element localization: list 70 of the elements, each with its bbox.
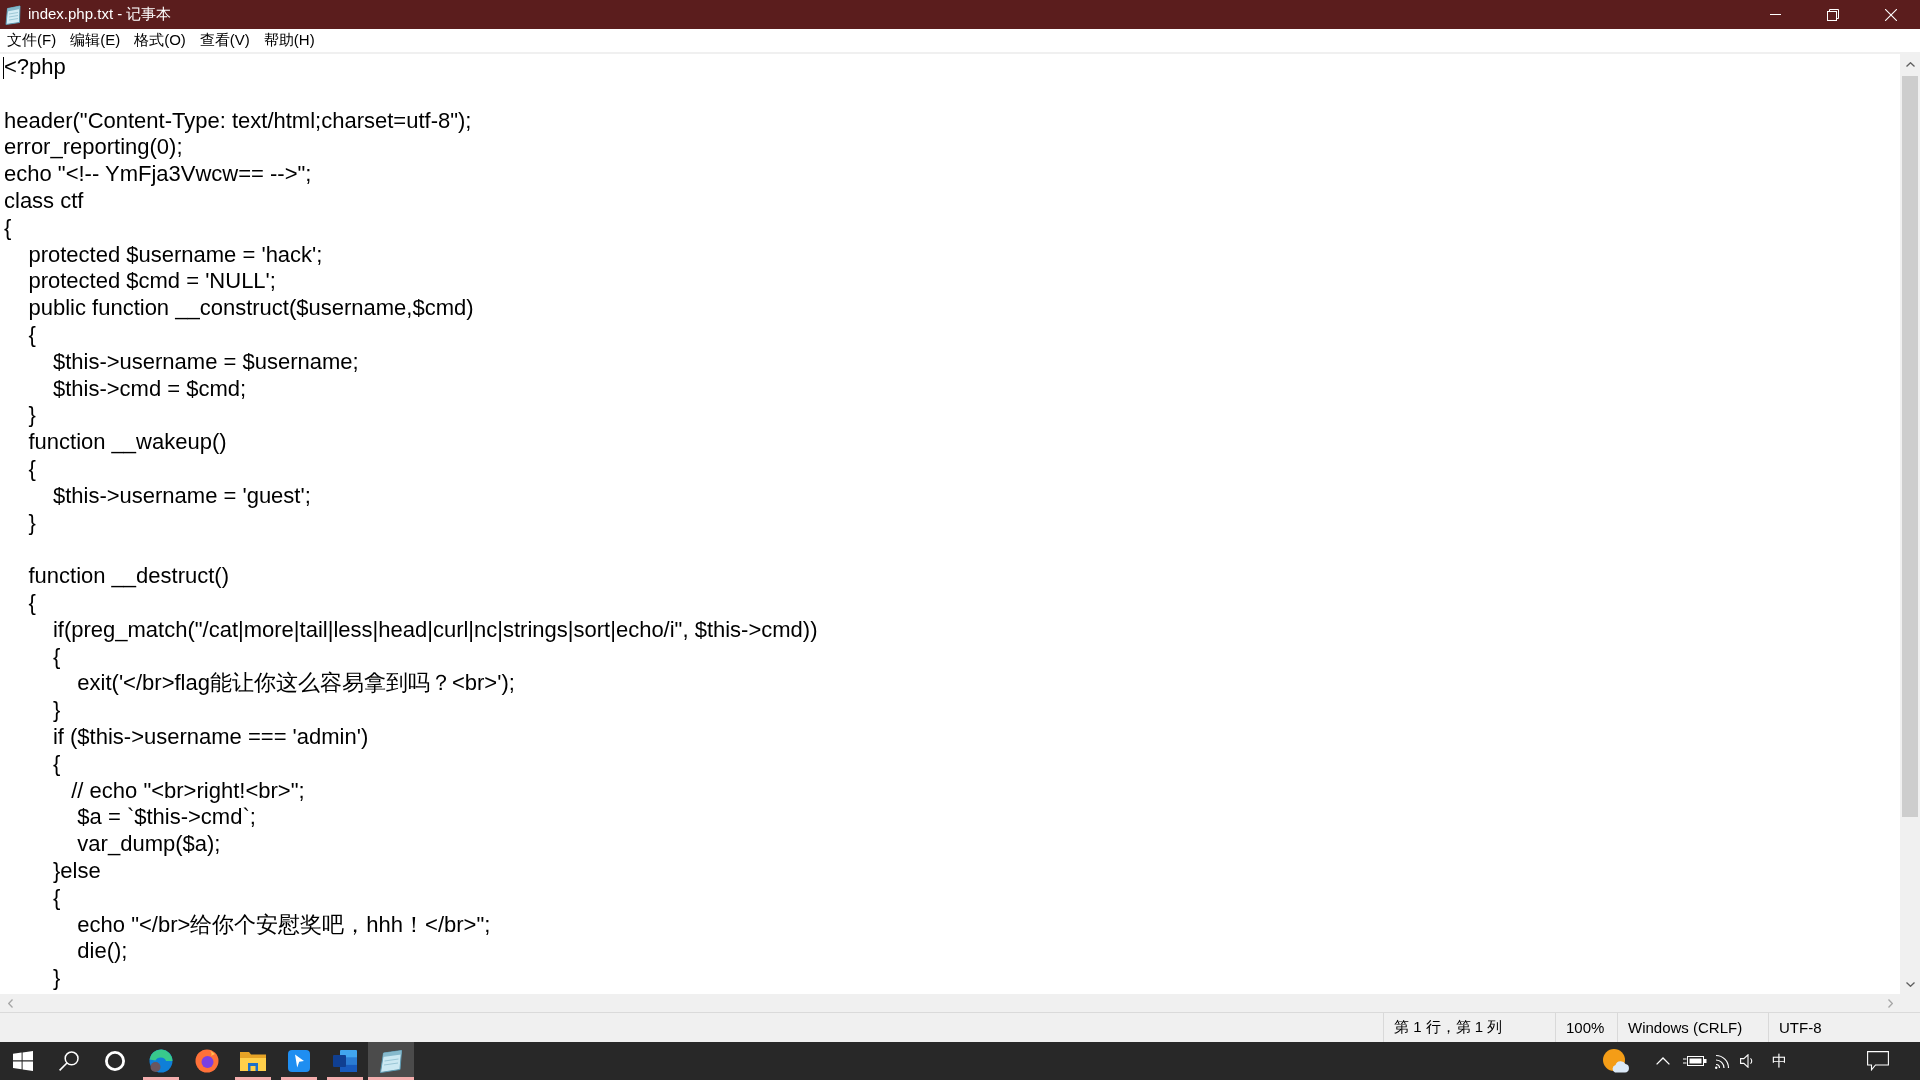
code-line: } [52, 965, 61, 991]
notepad-icon [380, 1049, 402, 1073]
code-line: protected $username = 'hack'; [28, 241, 323, 267]
chevron-up-icon[interactable] [1656, 1057, 1670, 1065]
code-line: error_reporting(0); [4, 134, 183, 160]
text-cursor-icon [3, 57, 4, 79]
scrollbar-thumb[interactable] [1902, 76, 1918, 817]
code-line: $this->username = $username; [52, 348, 359, 374]
message-bubble-icon[interactable] [1867, 1051, 1889, 1071]
cursor-position-text: 第 1 行，第 1 列 [1394, 1018, 1503, 1037]
encoding-text: UTF-8 [1779, 1019, 1822, 1036]
minimize-icon [1769, 14, 1781, 15]
code-line: { [52, 884, 61, 910]
code-line: if ($this->username === 'admin') [52, 723, 369, 749]
code-line: $this->username = 'guest'; [52, 482, 311, 508]
code-line: // echo "<br>right!<br>"; [71, 777, 305, 803]
code-line: { [28, 321, 36, 347]
code-line: } [28, 402, 36, 428]
zoom-level-text: 100% [1566, 1019, 1605, 1036]
taskbar-button[interactable] [368, 1042, 414, 1080]
code-line: public function __construct($username,$cmd) [28, 295, 474, 321]
restore-icon [1827, 8, 1839, 21]
line-ending-text: Windows (CRLF) [1628, 1019, 1743, 1036]
battery-icon[interactable] [1683, 1055, 1707, 1067]
menu-item[interactable]: 帮助(H) [256, 29, 322, 52]
sun-cloud-icon[interactable] [1603, 1049, 1629, 1073]
menu-item[interactable]: 编辑(E) [63, 29, 128, 52]
code-line: echo "<!-- YmFja3Vwcw== -->"; [4, 161, 312, 187]
ring-icon [105, 1051, 125, 1071]
menu-item[interactable]: 文件(F) [0, 29, 64, 52]
code-line: if(preg_match("/cat|more|tail|less|head|curl|nc|strings|sort|echo/i", $this->cmd)) [52, 616, 818, 642]
code-line: protected $cmd = 'NULL'; [28, 268, 276, 294]
code-line: { [28, 455, 36, 481]
code-line: { [28, 589, 36, 615]
code-line: { [52, 643, 61, 669]
code-line: { [4, 214, 12, 240]
code-line: { [52, 750, 61, 776]
code-line: $this->cmd = $cmd; [52, 375, 247, 401]
code-line: $a = `$this->cmd`; [77, 804, 256, 830]
code-line: exit('</br>flag能让你这么容易拿到吗？<br>'); [77, 670, 515, 696]
globe-flame-icon [195, 1049, 219, 1073]
close-icon [1885, 8, 1897, 21]
search-icon [59, 1051, 79, 1071]
window-title: index.php.txt - 记事本 [28, 5, 172, 24]
chevron-right-icon [1887, 998, 1893, 1008]
input-method-indicator[interactable]: 中 [1772, 1051, 1787, 1071]
code-line: }else [52, 857, 101, 883]
chevron-up-icon [1905, 61, 1915, 67]
menu-item[interactable]: 查看(V) [192, 29, 257, 52]
wifi-icon[interactable] [1714, 1053, 1732, 1069]
code-line: } [52, 697, 61, 723]
menu-item[interactable]: 格式(O) [127, 29, 193, 52]
document-tile-icon [333, 1050, 357, 1072]
code-line: class ctf [4, 188, 84, 213]
vertical-scrollbar[interactable] [1900, 54, 1920, 994]
arrow-tile-icon [288, 1050, 310, 1072]
code-line: echo "</br>给你个安慰奖吧，hhh！</br>"; [77, 911, 491, 937]
window-panes-icon [13, 1051, 33, 1071]
chevron-down-icon [1905, 981, 1915, 987]
code-line: <?php [4, 54, 66, 79]
swirl-icon [149, 1049, 173, 1073]
code-line: } [28, 509, 36, 535]
code-line: function __destruct() [28, 563, 229, 589]
code-line: die(); [77, 938, 128, 964]
code-line: header("Content-Type: text/html;charset=utf-8"); [4, 107, 472, 133]
code-line: function __wakeup() [28, 429, 227, 455]
code-line: var_dump($a); [77, 831, 221, 857]
folder-icon [240, 1050, 266, 1072]
chevron-left-icon [7, 998, 13, 1008]
notepad-icon [5, 4, 21, 25]
